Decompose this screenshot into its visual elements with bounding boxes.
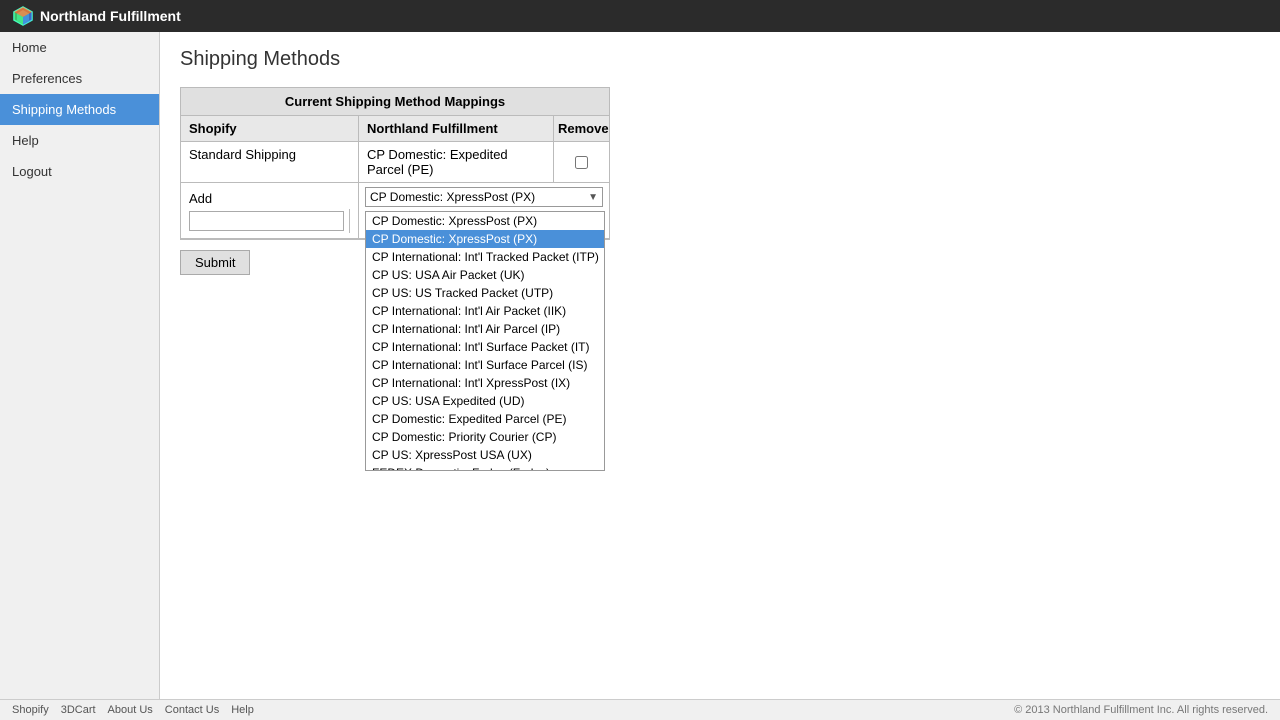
dropdown-option[interactable]: CP US: USA Air Packet (UK) xyxy=(366,266,604,284)
sidebar-item-logout[interactable]: Logout xyxy=(0,156,159,187)
dropdown-option[interactable]: CP International: Int'l Air Packet (IIK) xyxy=(366,302,604,320)
page-title: Shipping Methods xyxy=(180,48,1260,71)
footer: Shopify 3DCart About Us Contact Us Help … xyxy=(0,699,1280,720)
main-content: Shipping Methods Current Shipping Method… xyxy=(160,32,1280,699)
dropdown-option[interactable]: CP US: USA Expedited (UD) xyxy=(366,392,604,410)
topbar: Northland Fulfillment xyxy=(0,0,1280,32)
col-header-northland: Northland Fulfillment xyxy=(359,116,554,141)
dropdown-option[interactable]: CP Domestic: Priority Courier (CP) xyxy=(366,428,604,446)
row-shopify-value: Standard Shipping xyxy=(181,142,359,182)
col-header-remove: Remove xyxy=(554,116,609,141)
add-shopify-input[interactable] xyxy=(189,211,344,231)
add-label: Add xyxy=(189,188,350,209)
sidebar: Home Preferences Shipping Methods Help L… xyxy=(0,32,160,699)
sidebar-item-help[interactable]: Help xyxy=(0,125,159,156)
shipping-methods-table: Current Shipping Method Mappings Shopify… xyxy=(180,87,610,240)
dropdown-option[interactable]: CP Domestic: XpressPost (PX) xyxy=(366,230,604,248)
dropdown-option[interactable]: CP Domestic: XpressPost (PX) xyxy=(366,212,604,230)
dropdown-option[interactable]: FEDEX Domestic: Fedex (Fedex) xyxy=(366,464,604,471)
chevron-down-icon: ▼ xyxy=(588,192,598,203)
add-row-container: Add xyxy=(181,183,359,238)
app-logo: Northland Fulfillment xyxy=(12,5,181,27)
add-input-wrap xyxy=(189,209,350,233)
dropdown-option[interactable]: CP International: Int'l Surface Parcel (… xyxy=(366,356,604,374)
sidebar-item-preferences[interactable]: Preferences xyxy=(0,63,159,94)
northland-method-dropdown-area: CP Domestic: XpressPost (PX) ▼ CP Domest… xyxy=(359,183,609,238)
submit-button[interactable]: Submit xyxy=(180,250,250,275)
footer-link-3dcart[interactable]: 3DCart xyxy=(61,704,96,716)
dropdown-option[interactable]: CP US: XpressPost USA (UX) xyxy=(366,446,604,464)
add-row: Add CP Domestic: XpressPost (PX) ▼ CP Do… xyxy=(181,183,609,239)
table-title: Current Shipping Method Mappings xyxy=(181,88,609,116)
table-row: Standard Shipping CP Domestic: Expedited… xyxy=(181,142,609,183)
dropdown-option[interactable]: CP US: US Tracked Packet (UTP) xyxy=(366,284,604,302)
sidebar-item-shipping-methods[interactable]: Shipping Methods xyxy=(0,94,159,125)
remove-checkbox[interactable] xyxy=(575,156,588,169)
footer-link-aboutus[interactable]: About Us xyxy=(108,704,153,716)
logo-icon xyxy=(12,5,34,27)
footer-link-contactus[interactable]: Contact Us xyxy=(165,704,219,716)
layout: Home Preferences Shipping Methods Help L… xyxy=(0,32,1280,699)
dropdown-list[interactable]: CP Domestic: XpressPost (PX)CP Domestic:… xyxy=(365,211,605,471)
dropdown-option[interactable]: CP International: Int'l Surface Packet (… xyxy=(366,338,604,356)
dropdown-option[interactable]: CP International: Int'l Tracked Packet (… xyxy=(366,248,604,266)
sidebar-item-home[interactable]: Home xyxy=(0,32,159,63)
row-remove-cell xyxy=(554,142,609,182)
app-title: Northland Fulfillment xyxy=(40,8,181,24)
col-header-shopify: Shopify xyxy=(181,116,359,141)
dropdown-select[interactable]: CP Domestic: XpressPost (PX) ▼ xyxy=(365,187,603,207)
dropdown-option[interactable]: CP International: Int'l XpressPost (IX) xyxy=(366,374,604,392)
dropdown-option[interactable]: CP International: Int'l Air Parcel (IP) xyxy=(366,320,604,338)
footer-copyright: © 2013 Northland Fulfillment Inc. All ri… xyxy=(1014,704,1268,716)
table-header: Shopify Northland Fulfillment Remove xyxy=(181,116,609,142)
row-northland-value: CP Domestic: Expedited Parcel (PE) xyxy=(359,142,554,182)
footer-link-help[interactable]: Help xyxy=(231,704,254,716)
dropdown-option[interactable]: CP Domestic: Expedited Parcel (PE) xyxy=(366,410,604,428)
dropdown-selected-text: CP Domestic: XpressPost (PX) xyxy=(370,190,535,204)
footer-link-shopify[interactable]: Shopify xyxy=(12,704,49,716)
